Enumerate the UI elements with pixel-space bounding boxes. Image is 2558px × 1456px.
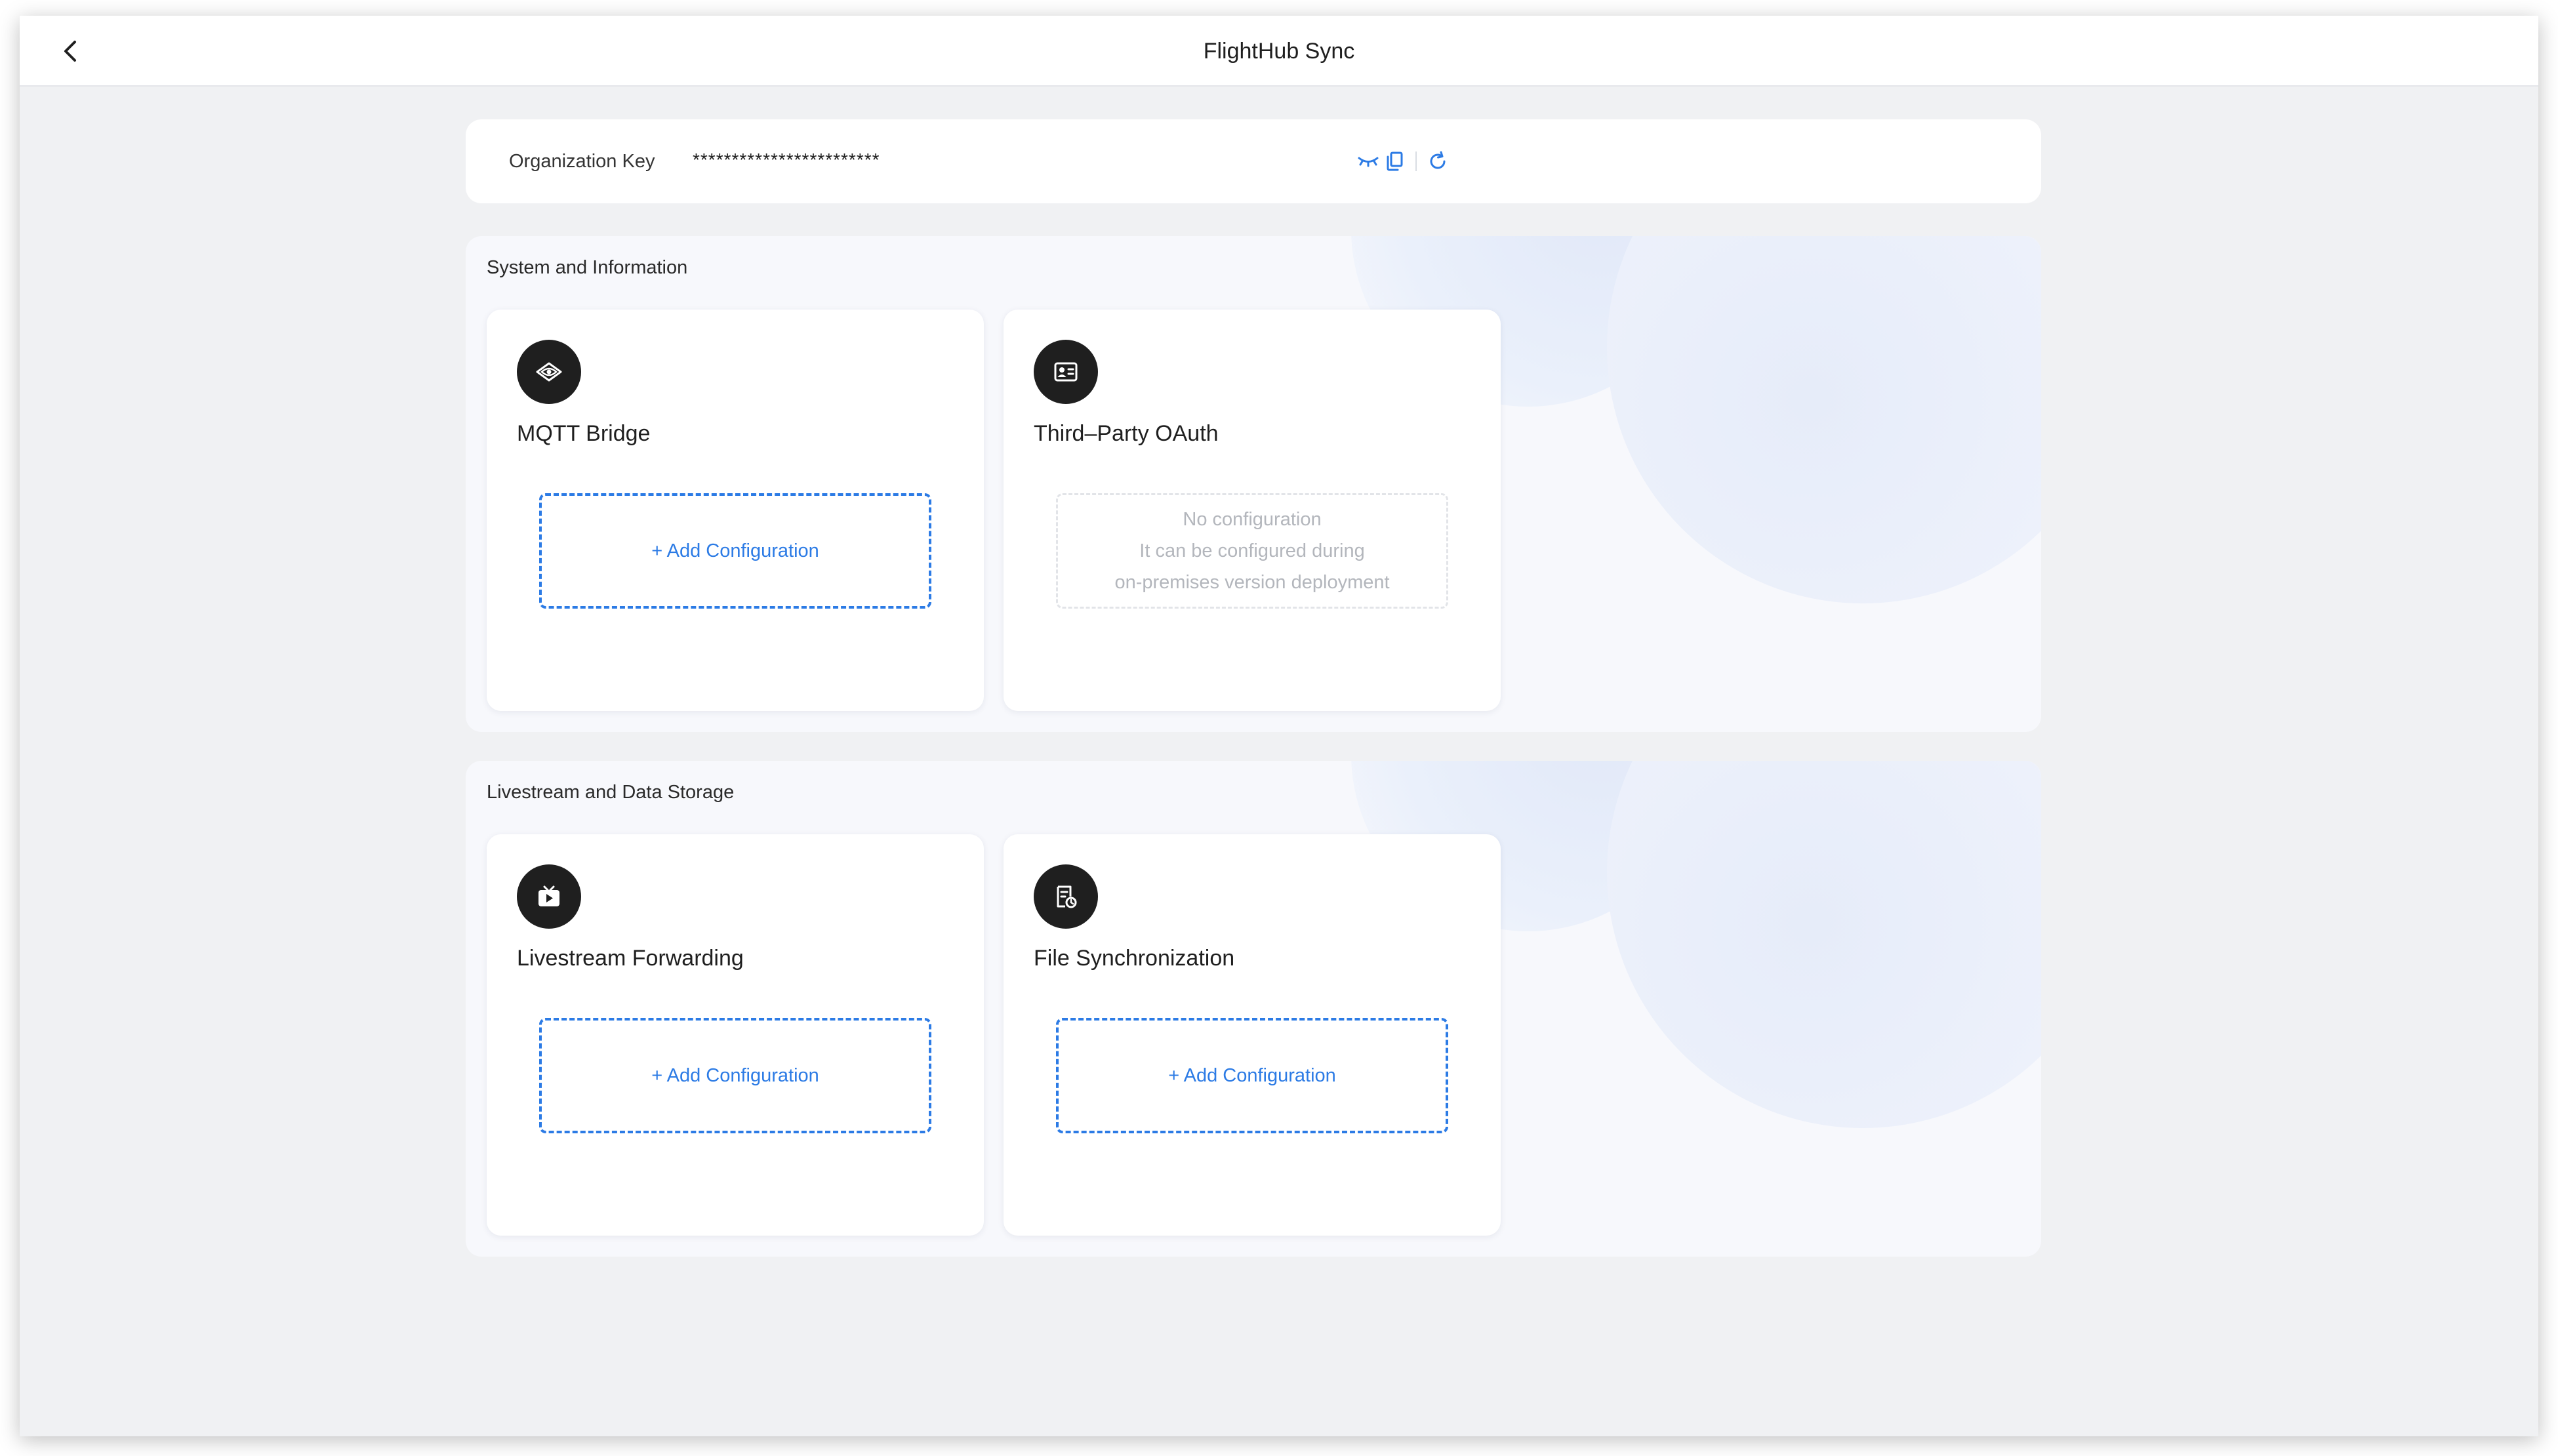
background-decoration [1607,236,2041,603]
card-title: Livestream Forwarding [517,946,744,971]
page-title: FlightHub Sync [1203,39,1355,64]
livestream-tv-icon [517,864,581,929]
oauth-id-card-icon [1034,340,1098,404]
placeholder-line: No configuration [1183,509,1322,530]
add-configuration-button[interactable]: + Add Configuration [539,1018,931,1133]
app-window: FlightHub Sync Organization Key ********… [20,16,2538,1436]
mqtt-bridge-icon [517,340,581,404]
section-system-and-information: System and Information MQTT Bridge + Add… [466,236,2041,732]
background-decoration [1607,761,2041,1128]
card-livestream-forwarding: Livestream Forwarding + Add Configuratio… [487,834,984,1236]
no-configuration-placeholder: No configuration It can be configured du… [1056,493,1448,609]
card-title: Third–Party OAuth [1034,421,1219,446]
card-file-synchronization: File Synchronization + Add Configuration [1004,834,1501,1236]
file-sync-icon [1034,864,1098,929]
card-title: MQTT Bridge [517,421,651,446]
eye-closed-icon[interactable] [1355,148,1381,174]
organization-key-actions [1355,148,1451,174]
card-title: File Synchronization [1034,946,1235,971]
section-title: Livestream and Data Storage [487,782,735,803]
placeholder-line: It can be configured during [1139,540,1365,561]
card-third-party-oauth: Third–Party OAuth No configuration It ca… [1004,310,1501,711]
top-bar: FlightHub Sync [20,16,2538,87]
refresh-icon[interactable] [1425,148,1451,174]
section-title: System and Information [487,257,688,278]
organization-key-value: ************************ [693,150,880,170]
placeholder-line: on-premises version deployment [1114,572,1390,593]
organization-key-label: Organization Key [509,151,655,172]
organization-key-card: Organization Key ***********************… [466,119,2041,203]
card-mqtt-bridge: MQTT Bridge + Add Configuration [487,310,984,711]
copy-icon[interactable] [1381,148,1408,174]
add-configuration-button[interactable]: + Add Configuration [1056,1018,1448,1133]
section-livestream-and-data-storage: Livestream and Data Storage Livestream F… [466,761,2041,1257]
actions-divider [1415,152,1417,171]
add-configuration-button[interactable]: + Add Configuration [539,493,931,609]
